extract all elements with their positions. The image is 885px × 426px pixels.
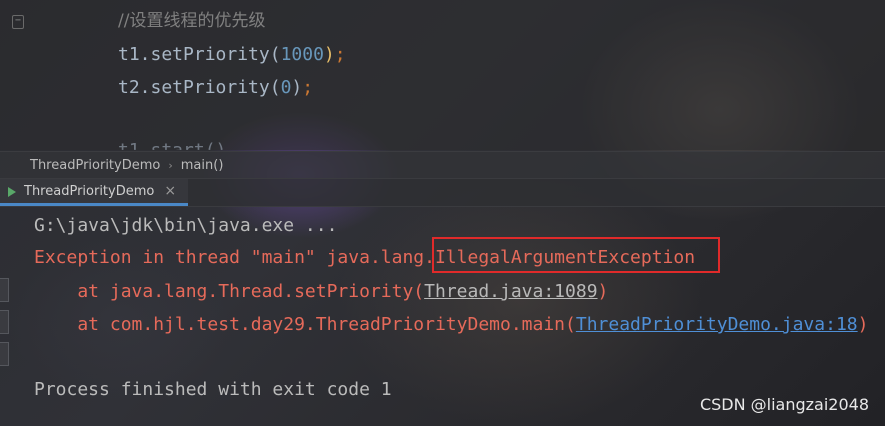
code-semicolon: ; — [334, 44, 346, 65]
code-line-t1-priority[interactable]: t1.setPriority(1000); — [118, 44, 346, 66]
code-editor[interactable]: − //设置线程的优先级 t1.setPriority(1000); t2.se… — [0, 0, 885, 150]
console-side-button[interactable] — [0, 310, 9, 334]
console-side-button[interactable] — [0, 278, 9, 302]
tab-label: ThreadPriorityDemo — [24, 183, 155, 199]
trace-link-thread-java[interactable]: Thread.java:1089 — [424, 281, 597, 302]
exception-highlight-box — [432, 237, 720, 273]
code-paren: ) — [323, 44, 335, 65]
trace-link-demo-java[interactable]: ThreadPriorityDemo.java:18 — [576, 314, 858, 335]
trace-suffix: ) — [597, 281, 609, 302]
fold-toggle-icon[interactable]: − — [12, 15, 24, 29]
code-semicolon: ; — [302, 77, 314, 98]
breadcrumb-method[interactable]: main() — [181, 158, 224, 173]
chevron-right-icon: › — [168, 158, 173, 172]
close-icon[interactable]: × — [164, 183, 176, 199]
code-number: 0 — [280, 77, 292, 98]
code-number: 1000 — [280, 44, 324, 65]
exception-prefix: Exception in thread "main" java.lang. — [34, 247, 435, 268]
code-line-t2-priority[interactable]: t2.setPriority(0); — [118, 77, 313, 99]
code-call: t1.setPriority( — [118, 44, 281, 65]
console-command-line: G:\java\jdk\bin\java.exe ... — [34, 215, 338, 236]
trace-prefix: at java.lang.Thread.setPriority( — [34, 281, 425, 302]
tab-run-config[interactable]: ThreadPriorityDemo × — [0, 179, 189, 206]
stack-trace-line-2: at com.hjl.test.day29.ThreadPriorityDemo… — [34, 313, 868, 337]
console-side-button[interactable] — [0, 342, 9, 366]
run-tab-bar: ThreadPriorityDemo × — [0, 178, 885, 207]
code-paren: ) — [291, 77, 303, 98]
console-exit-line: Process finished with exit code 1 — [34, 379, 392, 400]
breadcrumb-class[interactable]: ThreadPriorityDemo — [30, 158, 160, 173]
trace-prefix: at com.hjl.test.day29.ThreadPriorityDemo… — [34, 314, 576, 335]
run-icon — [8, 186, 18, 197]
stack-trace-line-1: at java.lang.Thread.setPriority(Thread.j… — [34, 280, 608, 304]
code-comment: //设置线程的优先级 — [118, 11, 266, 31]
trace-suffix: ) — [857, 314, 869, 335]
watermark: CSDN @liangzai2048 — [699, 395, 869, 414]
breadcrumb: ThreadPriorityDemo › main() — [0, 151, 885, 178]
code-call: t2.setPriority( — [118, 77, 281, 98]
